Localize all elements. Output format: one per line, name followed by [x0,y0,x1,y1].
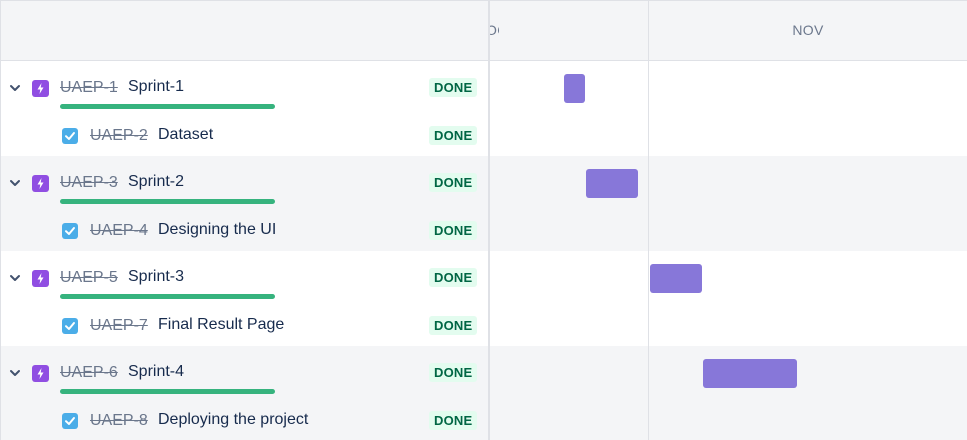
status-badge[interactable]: DONE [429,316,478,335]
epic-progress-bar [60,104,275,109]
issue-key[interactable]: UAEP-4 [90,222,148,240]
epic-lightning-icon [32,270,49,287]
month-label-oct: OCT [489,22,499,38]
timeline-bar-sprint-3[interactable] [650,264,702,293]
top-border [0,0,967,1]
epic-lightning-icon [32,80,49,97]
status-badge[interactable]: DONE [429,173,478,192]
status-badge[interactable]: DONE [429,126,478,145]
issue-summary[interactable]: Sprint-1 [128,78,184,96]
left-border [0,0,1,440]
status-badge[interactable]: DONE [429,268,478,287]
task-checkbox-icon [62,128,78,144]
chevron-down-icon[interactable] [9,177,21,189]
epic-lightning-icon [32,365,49,382]
month-label-nov: NOV [792,22,824,38]
chevron-down-icon[interactable] [9,272,21,284]
chevron-down-icon[interactable] [9,367,21,379]
issue-summary[interactable]: Sprint-4 [128,363,184,381]
status-badge[interactable]: DONE [429,221,478,240]
issue-key[interactable]: UAEP-2 [90,127,148,145]
issue-summary[interactable]: Sprint-2 [128,173,184,191]
task-checkbox-icon [62,223,78,239]
issue-key[interactable]: UAEP-6 [60,364,118,382]
status-badge[interactable]: DONE [429,78,478,97]
epic-progress-bar [60,389,275,394]
status-badge[interactable]: DONE [429,363,478,382]
timeline-bar-sprint-2[interactable] [586,169,638,198]
issue-key[interactable]: UAEP-7 [90,317,148,335]
issue-key[interactable]: UAEP-1 [60,79,118,97]
issue-summary[interactable]: Sprint-3 [128,268,184,286]
timeline-bar-sprint-4[interactable] [703,359,797,388]
issue-summary[interactable]: Final Result Page [158,316,284,334]
issue-key[interactable]: UAEP-3 [60,174,118,192]
epic-lightning-icon [32,175,49,192]
epic-progress-bar [60,199,275,204]
task-checkbox-icon [62,413,78,429]
chevron-down-icon[interactable] [9,82,21,94]
issue-key[interactable]: UAEP-5 [60,269,118,287]
issue-key[interactable]: UAEP-8 [90,412,148,430]
issue-column-header [0,0,489,61]
month-gridline [648,0,649,440]
epic-progress-bar [60,294,275,299]
issue-summary[interactable]: Dataset [158,126,213,144]
issue-summary[interactable]: Designing the UI [158,221,276,239]
task-checkbox-icon [62,318,78,334]
issue-summary[interactable]: Deploying the project [158,411,308,429]
timeline-bar-sprint-1[interactable] [564,74,585,103]
timeline-header: OCT NOV [0,0,967,61]
column-divider[interactable] [488,0,490,440]
status-badge[interactable]: DONE [429,411,478,430]
